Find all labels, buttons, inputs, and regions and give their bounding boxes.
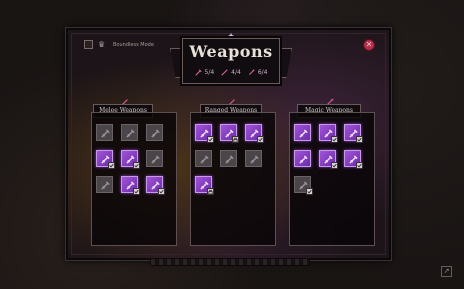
check-badge-icon (356, 136, 363, 143)
weapon-stats: 5/4 4/4 6/4 (191, 65, 271, 79)
boundless-mode-checkbox[interactable] (84, 40, 93, 49)
weapon-icon (151, 129, 160, 138)
check-badge-icon (331, 136, 338, 143)
lock-badge-icon (207, 188, 214, 195)
check-badge-icon (158, 188, 165, 195)
weapon-icon (126, 129, 135, 138)
page-title: Weapons (189, 42, 273, 61)
check-badge-icon (108, 162, 115, 169)
bow-icon (221, 68, 228, 76)
check-badge-icon (306, 188, 313, 195)
close-button[interactable]: ✕ (363, 39, 375, 51)
weapon-slot[interactable] (344, 124, 363, 143)
check-badge-icon (356, 162, 363, 169)
magic-stat: 6/4 (248, 69, 267, 76)
weapon-icon (299, 129, 308, 138)
weapon-slot[interactable] (146, 176, 165, 195)
weapon-slot[interactable] (220, 124, 239, 143)
weapon-slot[interactable] (96, 150, 115, 169)
weapon-slot[interactable] (96, 124, 113, 141)
weapon-slot[interactable] (294, 176, 313, 195)
weapon-slot[interactable] (245, 124, 264, 143)
check-badge-icon (133, 188, 140, 195)
weapon-slot[interactable] (121, 176, 140, 195)
weapon-icon (200, 155, 209, 164)
weapon-icon (250, 155, 259, 164)
check-badge-icon (133, 162, 140, 169)
lock-badge-icon (232, 136, 239, 143)
weapon-slot[interactable] (121, 124, 138, 141)
bottom-ornament (150, 258, 310, 266)
melee-stat: 5/4 (194, 68, 214, 76)
ranged-stat: 4/4 (221, 69, 241, 76)
weapon-slot[interactable] (146, 150, 163, 167)
weapon-icon (151, 155, 160, 164)
boundless-mode-label: Boundless Mode (113, 41, 154, 48)
weapon-slot[interactable] (245, 150, 262, 167)
weapon-slot[interactable] (96, 176, 113, 193)
weapon-slot[interactable] (319, 124, 338, 143)
weapon-slot[interactable] (146, 124, 163, 141)
weapon-slot[interactable] (195, 124, 214, 143)
melee-weapons-grid (96, 124, 165, 195)
check-badge-icon (331, 162, 338, 169)
weapon-icon (101, 129, 110, 138)
weapon-slot[interactable] (319, 150, 338, 169)
sword-icon (194, 68, 202, 76)
weapon-icon (299, 155, 308, 164)
check-badge-icon (257, 136, 264, 143)
weapon-slot[interactable] (195, 150, 212, 167)
crown-icon: ♛ (98, 39, 106, 49)
weapon-slot[interactable] (294, 150, 311, 167)
check-badge-icon (207, 136, 214, 143)
weapon-slot[interactable] (294, 124, 311, 141)
weapon-slot[interactable] (121, 150, 140, 169)
title-header: Weapons 5/4 4/4 6/4 (182, 38, 280, 84)
weapon-slot[interactable] (195, 176, 214, 195)
expand-icon[interactable]: ↗ (441, 266, 452, 277)
ranged-weapons-grid (195, 124, 264, 195)
weapon-icon (225, 155, 234, 164)
weapon-slot[interactable] (220, 150, 237, 167)
boundless-mode-toggle[interactable]: ♛ Boundless Mode (84, 40, 154, 49)
weapon-slot[interactable] (344, 150, 363, 169)
wand-icon (248, 69, 255, 75)
weapon-icon (101, 181, 110, 190)
magic-weapons-grid (294, 124, 363, 195)
